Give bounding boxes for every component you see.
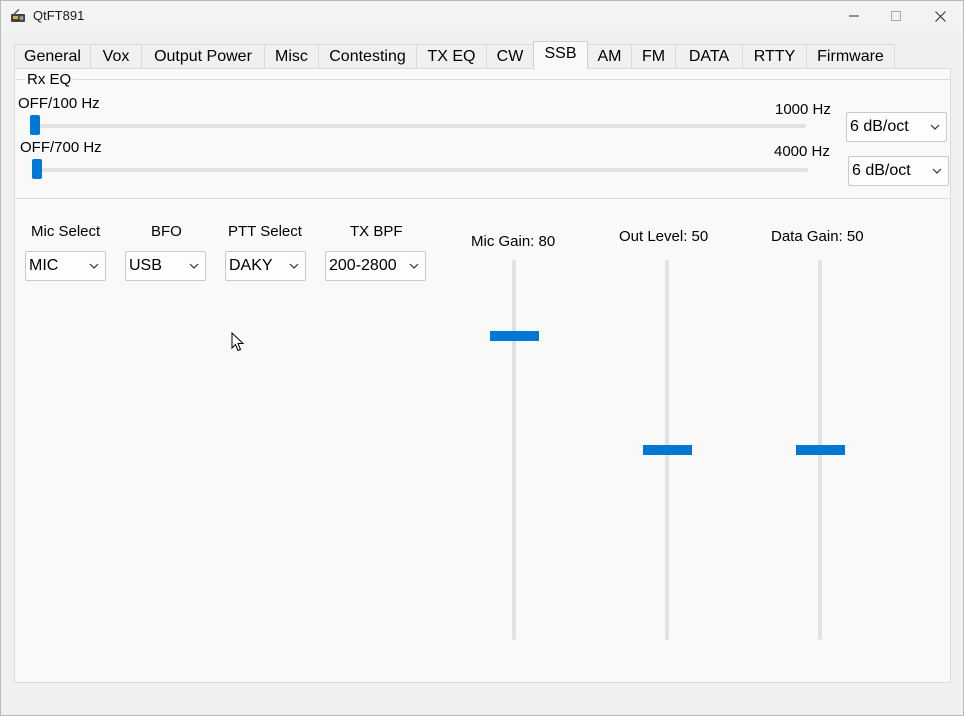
out-level-label: Out Level: 50 (619, 228, 709, 245)
tab-ssb[interactable]: SSB (533, 41, 588, 69)
ptt-select-label: PTT Select (228, 223, 302, 240)
tx-bpf-value: 200-2800 (329, 257, 397, 274)
bfo-select[interactable]: USB (125, 251, 206, 281)
chevron-down-icon (409, 263, 419, 269)
tab-misc[interactable]: Misc (264, 44, 319, 68)
tx-bpf-select[interactable]: 200-2800 (325, 251, 426, 281)
rx-eq-high-slope-select[interactable]: 6 dB/oct (848, 156, 949, 186)
app-window: QtFT891 General Vox Output Power Misc Co… (0, 0, 964, 716)
out-level-slider-handle[interactable] (643, 445, 692, 455)
tab-general[interactable]: General (14, 44, 91, 68)
ssb-tab-panel: Rx EQ OFF/100 Hz 1000 Hz 6 dB/oct OFF/70… (14, 68, 951, 683)
minimize-icon (849, 15, 859, 17)
rx-eq-low-slope-value: 6 dB/oct (850, 118, 909, 135)
tx-bpf-label: TX BPF (350, 223, 403, 240)
mic-gain-slider-handle[interactable] (490, 331, 539, 341)
chevron-down-icon (189, 263, 199, 269)
maximize-icon (891, 11, 901, 21)
mouse-pointer-icon (231, 332, 245, 352)
tab-am[interactable]: AM (587, 44, 632, 68)
rx-eq-low-slider[interactable] (30, 124, 806, 128)
rx-eq-title: Rx EQ (25, 71, 74, 88)
rx-eq-low-slider-handle[interactable] (30, 115, 40, 135)
chevron-down-icon (289, 263, 299, 269)
title-bar[interactable]: QtFT891 (1, 1, 963, 31)
mic-select-combo[interactable]: MIC (25, 251, 106, 281)
tab-data[interactable]: DATA (675, 44, 743, 68)
rx-eq-high-start-label: OFF/700 Hz (20, 139, 102, 156)
ptt-select-combo[interactable]: DAKY (225, 251, 306, 281)
tab-rtty[interactable]: RTTY (742, 44, 807, 68)
rx-eq-high-slider[interactable] (32, 168, 808, 172)
rx-eq-high-end-label: 4000 Hz (774, 143, 830, 160)
tab-fm[interactable]: FM (631, 44, 676, 68)
data-gain-slider-handle[interactable] (796, 445, 845, 455)
rx-eq-low-end-label: 1000 Hz (775, 101, 831, 118)
tab-cw[interactable]: CW (486, 44, 534, 68)
minimize-button[interactable] (831, 1, 877, 31)
window-title: QtFT891 (33, 8, 85, 23)
rx-eq-low-slope-select[interactable]: 6 dB/oct (846, 112, 947, 142)
rx-eq-group: Rx EQ OFF/100 Hz 1000 Hz 6 dB/oct OFF/70… (16, 71, 950, 199)
bfo-value: USB (129, 257, 162, 274)
maximize-button[interactable] (873, 1, 919, 31)
chevron-down-icon (932, 168, 942, 174)
rx-eq-high-slider-handle[interactable] (32, 159, 42, 179)
chevron-down-icon (89, 263, 99, 269)
tab-vox[interactable]: Vox (90, 44, 142, 68)
mic-gain-slider[interactable] (512, 260, 516, 640)
tab-firmware[interactable]: Firmware (806, 44, 895, 68)
mic-gain-label: Mic Gain: 80 (471, 233, 556, 250)
mic-select-label: Mic Select (31, 223, 101, 240)
radio-icon (11, 9, 25, 22)
tab-contesting[interactable]: Contesting (318, 44, 417, 68)
bfo-label: BFO (151, 223, 182, 240)
chevron-down-icon (930, 124, 940, 130)
rx-eq-high-slope-value: 6 dB/oct (852, 162, 911, 179)
close-button[interactable] (917, 1, 963, 31)
ptt-select-value: DAKY (229, 257, 273, 274)
mic-select-value: MIC (29, 257, 59, 274)
tab-tx-eq[interactable]: TX EQ (416, 44, 487, 68)
data-gain-label: Data Gain: 50 (771, 228, 864, 245)
close-icon (934, 10, 946, 22)
tab-output-power[interactable]: Output Power (141, 44, 265, 68)
rx-eq-low-start-label: OFF/100 Hz (18, 95, 100, 112)
